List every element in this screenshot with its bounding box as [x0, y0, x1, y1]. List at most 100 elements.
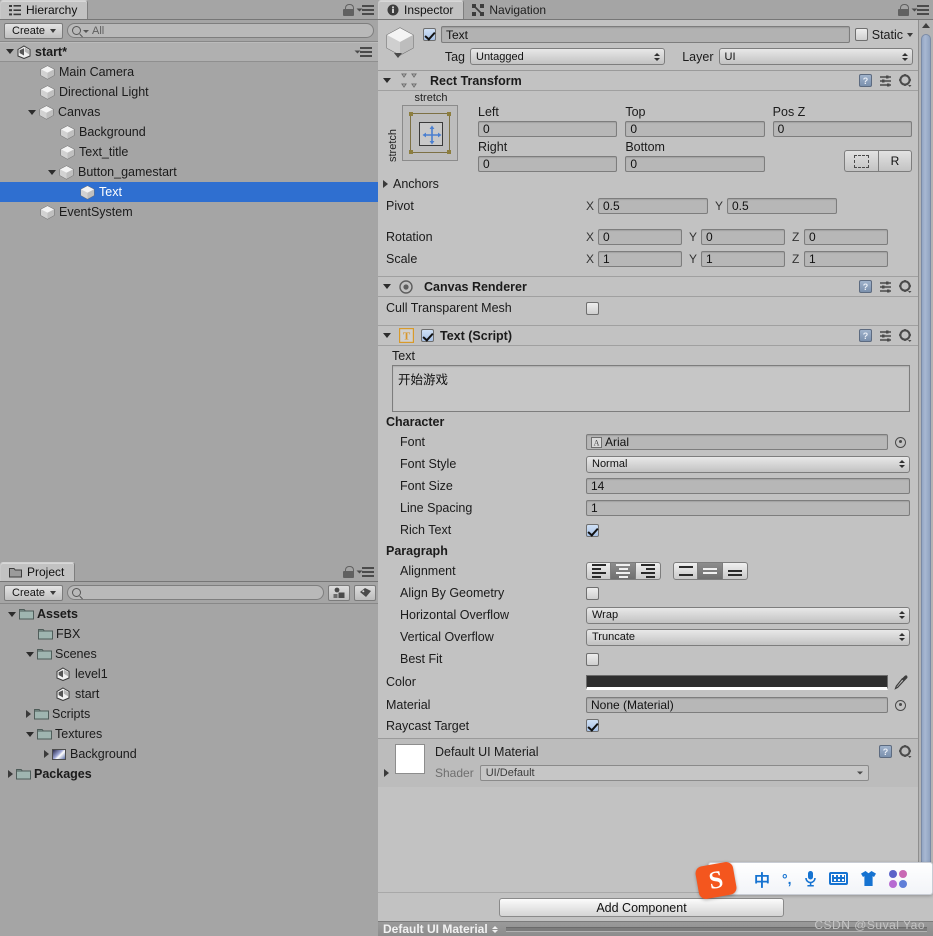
lock-icon[interactable] — [343, 566, 354, 578]
tree-row[interactable]: Scripts — [0, 704, 378, 724]
pivot-x-input[interactable]: 0.5 — [598, 198, 708, 214]
text-script-enabled-checkbox[interactable] — [421, 329, 434, 342]
material-object-field[interactable]: None (Material) — [586, 697, 888, 713]
tree-row[interactable]: Text — [0, 182, 378, 202]
scale-x-input[interactable]: 1 — [598, 251, 682, 267]
preset-icon[interactable] — [879, 75, 892, 87]
tree-row[interactable]: start — [0, 684, 378, 704]
gear-icon[interactable] — [899, 74, 912, 87]
chevron-down-icon[interactable] — [8, 611, 16, 617]
tree-row[interactable]: Text_title — [0, 142, 378, 162]
rect-top-input[interactable]: 0 — [625, 121, 765, 137]
chevron-down-icon[interactable] — [48, 169, 56, 175]
material-object-picker-icon[interactable] — [895, 699, 906, 711]
chevron-right-icon[interactable] — [383, 180, 388, 188]
project-filter-label-button[interactable] — [354, 584, 376, 601]
keyboard-icon[interactable] — [828, 872, 848, 885]
chevron-down-icon[interactable] — [26, 651, 34, 657]
rotation-z-input[interactable]: 0 — [804, 229, 888, 245]
project-create-button[interactable]: Create — [4, 584, 64, 601]
line-spacing-input[interactable]: 1 — [586, 500, 910, 516]
horizontal-overflow-dropdown[interactable]: Wrap — [586, 606, 910, 624]
preset-icon[interactable] — [879, 281, 892, 293]
chevron-down-icon[interactable] — [383, 333, 391, 338]
project-menu-icon[interactable] — [356, 567, 374, 577]
rotation-y-input[interactable]: 0 — [701, 229, 785, 245]
tree-row[interactable]: Textures — [0, 724, 378, 744]
tree-row[interactable]: Background — [0, 744, 378, 764]
hierarchy-scene-row[interactable]: start* — [0, 42, 378, 62]
add-component-button[interactable]: Add Component — [499, 898, 784, 917]
anchors-foldout[interactable]: Anchors — [378, 174, 918, 194]
gear-icon[interactable] — [899, 280, 912, 293]
font-object-picker-icon[interactable] — [895, 436, 906, 448]
inspector-scrollbar[interactable] — [918, 20, 933, 892]
color-swatch[interactable] — [586, 674, 888, 690]
more-icon[interactable] — [888, 869, 907, 888]
rect-right-input[interactable]: 0 — [478, 156, 618, 172]
rect-posz-input[interactable]: 0 — [772, 121, 912, 137]
scroll-up-arrow-icon[interactable] — [922, 23, 930, 28]
tree-row[interactable]: Button_gamestart — [0, 162, 378, 182]
font-object-field[interactable]: A Arial — [586, 434, 888, 450]
chevron-down-icon[interactable] — [26, 731, 34, 737]
text-script-header[interactable]: T Text (Script) ? — [378, 326, 918, 346]
help-icon[interactable]: ? — [879, 745, 892, 758]
preset-icon[interactable] — [879, 330, 892, 342]
tree-row[interactable]: Background — [0, 122, 378, 142]
best-fit-checkbox[interactable] — [586, 652, 599, 666]
align-top-button[interactable] — [673, 562, 698, 580]
scale-y-input[interactable]: 1 — [701, 251, 785, 267]
status-resize-handle[interactable] — [491, 925, 498, 933]
align-by-geometry-checkbox[interactable] — [586, 586, 599, 600]
rich-text-checkbox[interactable] — [586, 523, 599, 537]
chevron-down-icon[interactable] — [28, 109, 36, 115]
help-icon[interactable]: ? — [859, 329, 872, 342]
raw-edit-mode-button[interactable]: R — [877, 150, 912, 172]
ime-language-mode-button[interactable]: 中 — [754, 867, 770, 891]
align-bottom-button[interactable] — [723, 562, 748, 580]
gameobject-name-input[interactable]: Text — [441, 26, 850, 43]
chevron-right-icon[interactable] — [44, 750, 49, 758]
mic-icon[interactable] — [804, 870, 817, 887]
hierarchy-scene-menu-icon[interactable] — [354, 46, 372, 57]
tree-row[interactable]: Packages — [0, 764, 378, 784]
text-value-textarea[interactable]: 开始游戏 — [392, 365, 910, 412]
chevron-right-icon[interactable] — [8, 770, 13, 778]
raycast-target-checkbox[interactable] — [586, 719, 599, 732]
align-middle-button[interactable] — [698, 562, 723, 580]
static-checkbox[interactable] — [854, 28, 868, 41]
align-center-button[interactable] — [611, 562, 636, 580]
rect-left-input[interactable]: 0 — [478, 121, 618, 137]
eyedropper-icon[interactable] — [894, 674, 909, 690]
tree-row[interactable]: Directional Light — [0, 82, 378, 102]
tree-row[interactable]: level1 — [0, 664, 378, 684]
help-icon[interactable]: ? — [859, 280, 872, 293]
pivot-y-input[interactable]: 0.5 — [727, 198, 837, 214]
gameobject-enabled-checkbox[interactable] — [423, 28, 436, 41]
scale-z-input[interactable]: 1 — [804, 251, 888, 267]
layer-dropdown[interactable]: UI — [718, 48, 913, 65]
skin-icon[interactable] — [860, 870, 877, 887]
font-style-dropdown[interactable]: Normal — [586, 455, 910, 473]
scrollbar-thumb[interactable] — [921, 34, 931, 890]
tree-row[interactable]: EventSystem — [0, 202, 378, 222]
cull-transparent-mesh-checkbox[interactable] — [586, 301, 599, 315]
tree-row[interactable]: FBX — [0, 624, 378, 644]
shader-dropdown[interactable]: UI/Default — [479, 765, 869, 781]
chevron-right-icon[interactable] — [26, 710, 31, 718]
tree-row[interactable]: Canvas — [0, 102, 378, 122]
gear-icon[interactable] — [899, 329, 912, 342]
align-left-button[interactable] — [586, 562, 611, 580]
project-search-input[interactable] — [67, 585, 324, 600]
align-right-button[interactable] — [636, 562, 661, 580]
hierarchy-menu-icon[interactable] — [356, 5, 374, 15]
canvas-renderer-header[interactable]: Canvas Renderer ? — [378, 277, 918, 297]
material-expand-chevron-icon[interactable] — [384, 769, 389, 777]
chevron-down-icon[interactable] — [383, 284, 391, 289]
tree-row[interactable]: Scenes — [0, 644, 378, 664]
hierarchy-create-button[interactable]: Create — [4, 22, 64, 39]
tab-hierarchy[interactable]: Hierarchy — [0, 0, 89, 19]
tab-inspector[interactable]: Inspector — [378, 0, 465, 19]
lock-icon[interactable] — [343, 4, 354, 16]
